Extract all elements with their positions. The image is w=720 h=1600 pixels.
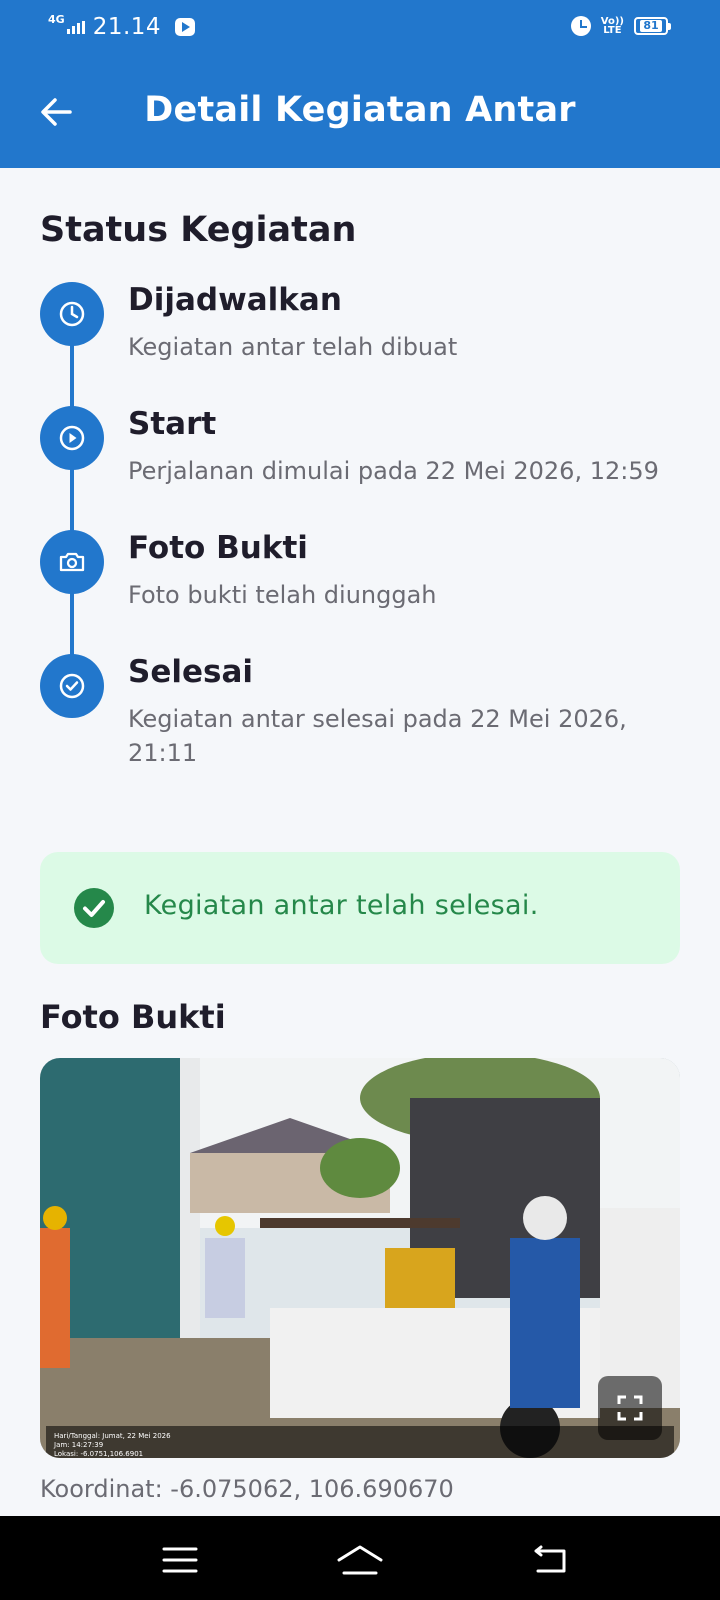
stamp-line: Hari/Tanggal: Jumat, 22 Mei 2026 [54,1432,171,1440]
step-description: Kegiatan antar telah dibuat [128,333,458,361]
step-icon-circle [40,530,104,594]
step-title: Selesai [128,654,253,690]
media-play-icon [175,18,196,36]
battery-icon: 81 [634,17,671,35]
stamp-line: Lokasi: -6.0751,106.6901 [54,1450,144,1458]
timeline-connector [70,342,74,412]
volte-icon: Vo)) LTE [601,17,624,36]
volte-bottom-label: LTE [603,25,622,36]
camera-icon [59,552,85,572]
check-circle-filled-icon [74,888,114,928]
stamp-line: Jam: 14:27:39 [54,1441,104,1449]
status-bar-right: Vo)) LTE 81 [570,16,671,36]
clock-icon [59,301,85,327]
step-title: Dijadwalkan [128,282,342,318]
network-label: 4G [48,12,65,26]
step-description: Perjalanan dimulai pada 22 Mei 2026, 12:… [128,457,659,485]
menu-icon [162,1547,198,1573]
back-icon [534,1545,566,1573]
success-message: Kegiatan antar telah selesai. [144,890,539,921]
timeline-connector [70,466,74,536]
page-title: Detail Kegiatan Antar [144,90,576,130]
fullscreen-button[interactable] [598,1376,662,1440]
step-icon-circle [40,282,104,346]
success-banner: Kegiatan antar telah selesai. [40,852,680,964]
step-icon-circle [40,406,104,470]
timeline-connector [70,590,74,660]
proof-photo-image [40,1058,680,1458]
status-bar-left: 4G 21.14 [48,13,196,40]
check-circle-icon [59,673,85,699]
step-icon-circle [40,654,104,718]
nav-menu-button[interactable] [156,1536,204,1584]
status-bar: 4G 21.14 Vo)) LTE 81 [0,0,720,56]
photo-section-title: Foto Bukti [40,998,226,1036]
system-nav-bar [0,1516,720,1600]
photo-timestamp-overlay: Hari/Tanggal: Jumat, 22 Mei 2026 Jam: 14… [46,1426,674,1458]
step-description: Foto bukti telah diunggah [128,581,437,609]
app-bar: Detail Kegiatan Antar [0,56,720,168]
nav-back-button[interactable] [526,1536,574,1584]
coordinates-text: Koordinat: -6.075062, 106.690670 [40,1475,454,1503]
home-icon [337,1545,383,1575]
proof-photo[interactable]: Hari/Tanggal: Jumat, 22 Mei 2026 Jam: 14… [40,1058,680,1458]
nav-home-button[interactable] [336,1536,384,1584]
battery-level: 81 [640,20,662,32]
step-title: Foto Bukti [128,530,308,566]
fullscreen-icon [617,1395,643,1421]
step-title: Start [128,406,217,442]
clock-time: 21.14 [92,14,162,40]
step-description: Kegiatan antar selesai pada 22 Mei 2026,… [128,705,627,767]
play-circle-icon [59,425,85,451]
top-bar: 4G 21.14 Vo)) LTE 81 Detail Kegiatan Ant… [0,0,720,168]
signal-icon: 4G [48,13,85,34]
alarm-icon [570,16,591,36]
status-section-title: Status Kegiatan [40,210,357,250]
